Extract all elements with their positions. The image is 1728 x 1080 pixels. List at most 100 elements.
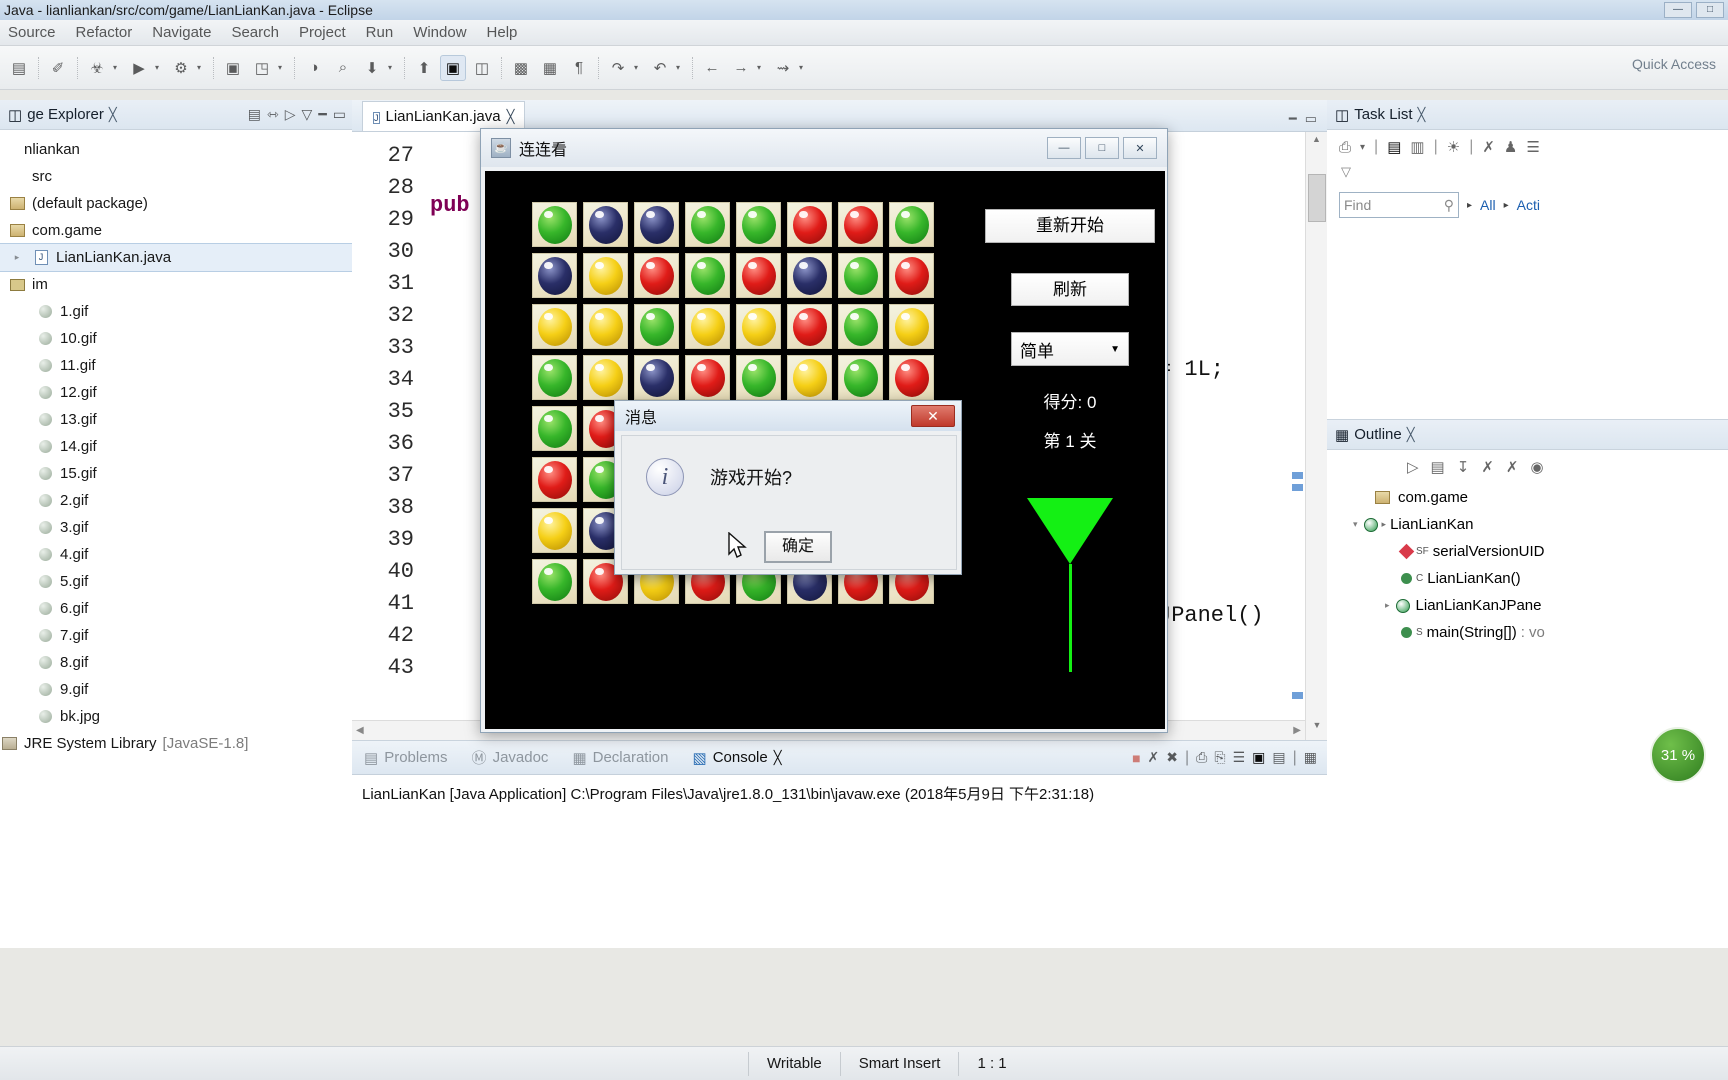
game-tile[interactable] (580, 301, 631, 352)
scheduled-presentation-icon[interactable]: ▥ (1410, 138, 1424, 156)
game-tile[interactable] (529, 352, 580, 403)
chevron-down-icon[interactable]: ▾ (1360, 142, 1365, 153)
menu-item-search[interactable]: Search (231, 24, 279, 41)
game-tile[interactable] (784, 250, 835, 301)
tab-task-list[interactable]: ◫ Task List ╳ (1329, 106, 1431, 124)
ok-button[interactable]: 确定 (764, 531, 832, 563)
close-icon[interactable]: ╳ (507, 109, 515, 125)
chevron-down-icon[interactable]: ▼ (1110, 344, 1120, 355)
tab-lianliankan-java[interactable]: J LianLianKan.java ╳ (362, 101, 526, 131)
collapse-all-icon[interactable]: ✗ (1482, 138, 1495, 156)
game-tile[interactable] (529, 301, 580, 352)
game-tile[interactable] (682, 352, 733, 403)
game-tile[interactable] (529, 403, 580, 454)
game-tile[interactable] (580, 352, 631, 403)
list-item[interactable]: 5.gif (0, 568, 352, 595)
editor-vertical-scrollbar[interactable]: ▲ ▼ (1305, 132, 1327, 740)
filter-icon[interactable]: ▽ (1341, 164, 1351, 179)
annotation-mark[interactable] (1292, 692, 1303, 699)
menu-item-navigate[interactable]: Navigate (152, 24, 211, 41)
outline-item-lianliankan[interactable]: ▾ ▸ LianLianKan (1345, 511, 1728, 538)
collapse-arrow-icon[interactable]: ▾ (1353, 519, 1358, 530)
show-whitespace-icon[interactable]: ¶ (566, 55, 592, 81)
tab-declaration[interactable]: ▦ Declaration (560, 749, 680, 767)
display-selected-console-icon[interactable]: ▤ (1272, 749, 1285, 766)
coverage-icon[interactable]: ▣ (220, 55, 246, 81)
tab-package-explorer[interactable]: ◫ ge Explorer ╳ (2, 106, 123, 124)
search-icon[interactable]: ⬆ (411, 55, 437, 81)
game-close-button[interactable]: ✕ (1123, 137, 1157, 159)
menu-item-run[interactable]: Run (366, 24, 394, 41)
game-tile[interactable] (580, 199, 631, 250)
close-icon[interactable]: ╳ (1418, 107, 1426, 123)
game-tile[interactable] (631, 301, 682, 352)
dialog-close-button[interactable]: ✕ (911, 405, 955, 427)
list-item[interactable]: 15.gif (0, 460, 352, 487)
view-menu-icon[interactable]: ☰ (1526, 138, 1539, 156)
list-item[interactable]: 6.gif (0, 595, 352, 622)
game-tile[interactable] (886, 301, 937, 352)
tree-item-project[interactable]: nliankan (0, 136, 352, 163)
close-icon[interactable]: ╳ (109, 107, 117, 123)
game-tile[interactable] (835, 301, 886, 352)
next-edit-icon[interactable]: ↷ (605, 55, 631, 81)
maximize-icon[interactable]: ▭ (1305, 111, 1317, 127)
open-console-icon[interactable]: ▦ (1304, 749, 1317, 766)
external-tools-icon[interactable]: ⚙ (168, 55, 194, 81)
game-tile[interactable] (733, 250, 784, 301)
filter-activate-link[interactable]: Acti (1517, 197, 1540, 213)
close-icon[interactable]: ╳ (1407, 427, 1415, 443)
word-wrap-icon[interactable]: ☰ (1233, 749, 1246, 766)
synchronize-changed-icon[interactable]: ♟ (1504, 138, 1517, 156)
back-icon[interactable]: ← (699, 55, 725, 81)
chevron-down-icon[interactable]: ▾ (799, 63, 809, 72)
search-icon[interactable]: ⚲ (1444, 197, 1454, 214)
collapse-all-icon[interactable]: ▤ (248, 106, 261, 123)
filter-all-link[interactable]: All (1480, 197, 1496, 213)
remove-all-terminated-icon[interactable]: ✖ (1166, 749, 1178, 766)
outline-item-lianliankanjpanel[interactable]: ▸ LianLianKanJPane (1345, 592, 1728, 619)
list-item[interactable]: 7.gif (0, 622, 352, 649)
chevron-down-icon[interactable]: ▾ (113, 63, 123, 72)
menu-item-help[interactable]: Help (487, 24, 518, 41)
game-tile[interactable] (529, 454, 580, 505)
game-tile[interactable] (733, 199, 784, 250)
chevron-right-icon[interactable]: ▸ (1467, 200, 1472, 211)
list-item[interactable]: 12.gif (0, 379, 352, 406)
tree-item-im[interactable]: im (0, 271, 352, 298)
chevron-down-icon[interactable]: ▾ (757, 63, 767, 72)
focus-on-workweek-icon[interactable]: ☀ (1447, 138, 1460, 156)
game-tile[interactable] (580, 250, 631, 301)
expand-arrow-icon[interactable]: ▸ (8, 250, 26, 266)
remove-launch-icon[interactable]: ✗ (1148, 749, 1160, 766)
tree-item-default-package[interactable]: (default package) (0, 190, 352, 217)
list-item[interactable]: 13.gif (0, 406, 352, 433)
tab-outline[interactable]: ▦ Outline ╳ (1329, 426, 1421, 444)
quick-access-field[interactable]: Quick Access (1632, 56, 1716, 72)
maximize-icon[interactable]: ▭ (333, 106, 346, 123)
open-type-icon[interactable]: ◑ (301, 55, 327, 81)
new-class-icon[interactable]: ⬇ (359, 55, 385, 81)
toggle-markoccurrences-icon[interactable]: ▣ (440, 54, 466, 81)
focus-active-task-icon[interactable]: ▷ (1407, 458, 1419, 476)
clear-console-icon[interactable]: ⎙ (1196, 749, 1207, 766)
game-tile[interactable] (682, 250, 733, 301)
open-task-icon[interactable]: ◫ (469, 55, 495, 81)
refresh-button[interactable]: 刷新 (1011, 273, 1129, 306)
restart-button[interactable]: 重新开始 (985, 209, 1155, 243)
tree-item-src[interactable]: src (0, 163, 352, 190)
game-tile[interactable] (631, 250, 682, 301)
last-edit-icon[interactable]: ↶ (647, 55, 673, 81)
expand-arrow-icon[interactable]: ▸ (1385, 600, 1390, 611)
scroll-right-arrow-icon[interactable]: ▶ (1293, 725, 1301, 736)
annotation-mark[interactable] (1292, 484, 1303, 491)
game-tile[interactable] (784, 352, 835, 403)
game-tile[interactable] (631, 199, 682, 250)
search-input[interactable]: Find ⚲ (1339, 192, 1459, 218)
game-title-bar[interactable]: ☕ 连连看 — □ ✕ (481, 129, 1167, 167)
difficulty-select[interactable]: 简单 ▼ (1011, 332, 1129, 366)
menu-item-window[interactable]: Window (413, 24, 466, 41)
editor-overview-ruler[interactable] (1289, 132, 1305, 740)
list-item[interactable]: bk.jpg (0, 703, 352, 730)
menu-item-project[interactable]: Project (299, 24, 346, 41)
